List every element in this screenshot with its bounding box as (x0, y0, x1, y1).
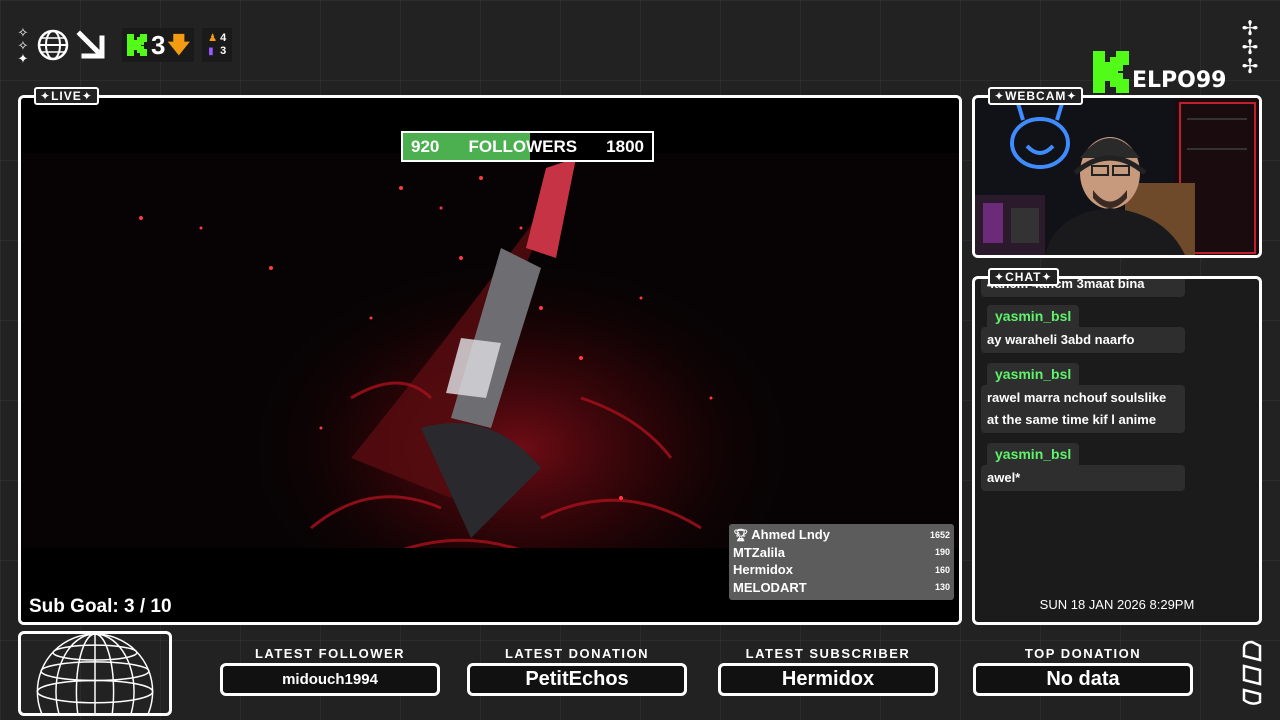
chat-message-list: 4ancm 4ancm 3maat bina yasmin_bsl ay war… (981, 279, 1185, 497)
leaderboard-row: MELODART 130 (733, 579, 950, 597)
sub-goal-label: Sub Goal: (29, 596, 119, 617)
leaderboard-score: 1652 (929, 529, 950, 540)
kick-rank-badge: 3 🡇 (122, 28, 195, 62)
leaderboard: 🏆︎ Ahmed Lndy 1652 MTZalila 190 Hermidox … (729, 524, 954, 600)
followers-current: 920 (411, 136, 440, 156)
brand-name: ELPO99 (1132, 68, 1227, 93)
webcam-feed (975, 98, 1259, 255)
bottom-globe-box (18, 631, 172, 716)
chat-username[interactable]: yasmin_bsl (987, 363, 1080, 385)
latest-follower-title: LATEST FOLLOWER (254, 646, 406, 661)
chat-datetime: SUN 18 JAN 2026 8:29PM (1039, 597, 1195, 612)
latest-subscriber-widget: LATEST SUBSCRIBER Hermidox (718, 646, 938, 696)
top-donation-value: No data (973, 663, 1193, 696)
leaderboard-row: MTZalila 190 (733, 544, 950, 562)
sub-goal: Sub Goal: 3 / 10 (29, 596, 172, 618)
person-icon: ♟ (208, 33, 218, 44)
chat-tag: ✦CHAT✦ (988, 268, 1059, 286)
leaderboard-row: Hermidox 160 (733, 561, 950, 579)
kick-logo-icon (127, 34, 147, 56)
sub-goal-value: 3 / 10 (124, 596, 172, 617)
chat-message-text: rawel marra nchouf soulslike at the same… (981, 385, 1185, 433)
followers-goal: 1800 (606, 136, 644, 156)
leaderboard-score: 160 (934, 564, 950, 575)
latest-subscriber-title: LATEST SUBSCRIBER (745, 646, 911, 661)
webcam-tag: ✦WEBCAM✦ (988, 87, 1084, 105)
brand-k-icon (1093, 51, 1129, 93)
top-donation-widget: TOP DONATION No data (973, 646, 1193, 696)
chat-message: yasmin_bsl awel* (981, 443, 1185, 491)
bottom-logo-icon (1242, 640, 1262, 705)
latest-follower-widget: LATEST FOLLOWER midouch1994 (220, 646, 440, 696)
latest-follower-value: midouch1994 (220, 663, 440, 696)
chat-message-text: awel* (981, 465, 1185, 491)
latest-donation-title: LATEST DONATION (504, 646, 650, 661)
chat-username[interactable]: yasmin_bsl (987, 443, 1080, 465)
leaderboard-name: Ahmed Lndy (751, 527, 830, 543)
top-bar: ✧ ✧ ✦ 3 🡇 ♟ ▮ 4 3 (14, 22, 233, 68)
viewer-stats: ♟ ▮ 4 3 (202, 28, 233, 62)
leaderboard-name: Hermidox (733, 562, 793, 578)
webcam-panel (972, 95, 1262, 258)
latest-donation-value: PetitEchos (467, 663, 687, 696)
leaderboard-row: 🏆︎ Ahmed Lndy 1652 (733, 526, 950, 544)
followers-goal-bar: 920 FOLLOWERS 1800 (401, 131, 654, 162)
top-donation-title: TOP DONATION (1024, 646, 1142, 661)
followers-label: FOLLOWERS (468, 136, 578, 156)
corner-stars-icon: ✢ ✢ ✢ (1241, 18, 1259, 78)
kick-rank-number: 3 (151, 30, 166, 60)
leaderboard-name: MTZalila (733, 544, 786, 560)
sparkles-icon: ✧ ✧ ✦ (17, 24, 29, 66)
latest-subscriber-value: Hermidox (718, 663, 938, 696)
chat-panel: 4ancm 4ancm 3maat bina yasmin_bsl ay war… (972, 276, 1262, 625)
chat-message-text: ay waraheli 3abd naarfo (981, 327, 1185, 353)
wireframe-globe-icon (36, 634, 154, 713)
latest-donation-widget: LATEST DONATION PetitEchos (467, 646, 687, 696)
bars-icon: ▮ (208, 46, 214, 57)
arrow-down-right-icon (76, 30, 105, 59)
live-tag: ✦LIVE✦ (34, 87, 99, 105)
chat-message: yasmin_bsl rawel marra nchouf soulslike … (981, 363, 1185, 433)
globe-icon (37, 29, 69, 61)
viewer-count-top: 4 (220, 32, 227, 44)
leaderboard-name: MELODART (733, 579, 807, 595)
leaderboard-score: 190 (934, 547, 950, 558)
down-arrow-icon: 🡇 (167, 32, 191, 57)
viewer-count-bottom: 3 (220, 45, 227, 57)
brand-logo: ELPO99 (1092, 50, 1227, 94)
leaderboard-score: 130 (934, 582, 950, 593)
live-panel: 920 FOLLOWERS 1800 🏆︎ Ahmed Lndy 1652 MTZ… (18, 95, 962, 625)
trophy-icon: 🏆︎ (733, 528, 749, 543)
chat-message: yasmin_bsl ay waraheli 3abd naarfo (981, 305, 1185, 353)
chat-username[interactable]: yasmin_bsl (987, 305, 1080, 327)
